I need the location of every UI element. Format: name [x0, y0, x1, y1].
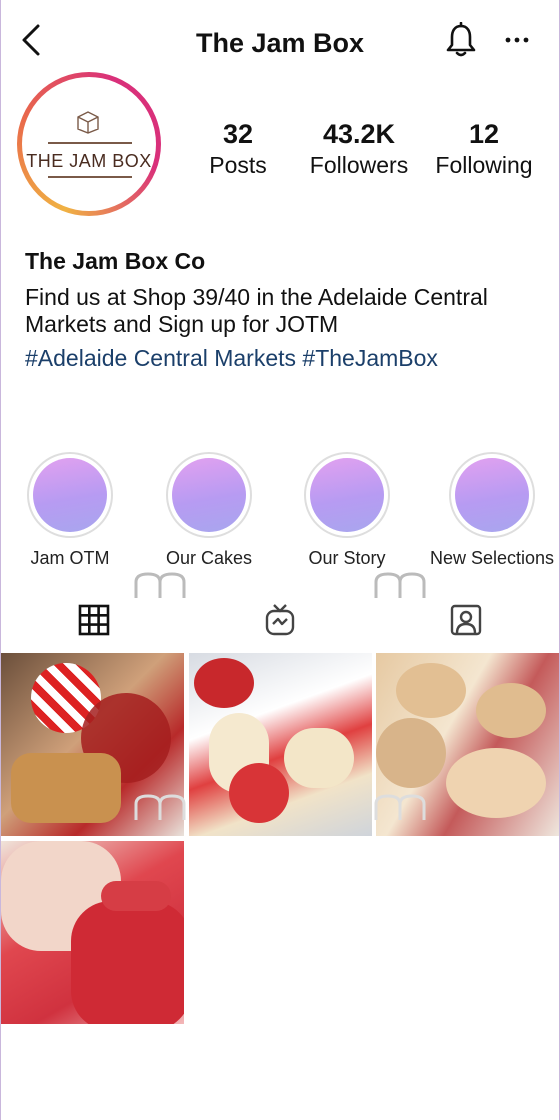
- stat-posts-value: 32: [222, 119, 254, 149]
- stat-followers[interactable]: 43.2K Followers: [300, 118, 418, 180]
- crostini-shape: [284, 728, 354, 788]
- highlight-cover: [172, 458, 246, 532]
- stat-posts-label: Posts: [209, 152, 267, 178]
- grid-icon[interactable]: [76, 602, 112, 638]
- profile-bio: Find us at Shop 39/40 in the Adelaide Ce…: [25, 284, 488, 337]
- highlight-ring: [27, 452, 113, 538]
- watermark-icon: [134, 572, 186, 598]
- post-tile-jam-jar[interactable]: [1, 841, 184, 1024]
- logo-line-top: [48, 142, 132, 144]
- avatar[interactable]: THE JAM BOX: [17, 72, 161, 216]
- profile-hashtags[interactable]: #Adelaide Central Markets #TheJamBox: [25, 345, 438, 372]
- more-options-icon[interactable]: [502, 28, 532, 52]
- photo-jam-crostini: [194, 658, 254, 708]
- igtv-icon[interactable]: [262, 602, 298, 638]
- tart-shape: [446, 748, 546, 818]
- stat-following[interactable]: 12 Following: [428, 118, 540, 180]
- watermark-icon: [134, 794, 186, 820]
- stat-followers-label: Followers: [309, 152, 409, 178]
- jar-shape: [71, 901, 184, 1024]
- highlight-ring: [166, 452, 252, 538]
- stat-following-label: Following: [435, 152, 533, 178]
- bell-icon[interactable]: [444, 22, 478, 58]
- highlight-label: New Selections: [429, 548, 555, 568]
- watermark-icon: [374, 794, 426, 820]
- highlight-ring: [449, 452, 535, 538]
- highlight-our-story[interactable]: Our Story: [287, 452, 407, 569]
- tagged-icon[interactable]: [448, 602, 484, 638]
- highlight-cover: [310, 458, 384, 532]
- highlight-ring: [304, 452, 390, 538]
- box-icon: [77, 111, 99, 134]
- logo-line-bottom: [48, 176, 132, 178]
- stat-posts[interactable]: 32 Posts: [195, 118, 281, 180]
- stat-following-value: 12: [468, 119, 500, 149]
- photo-jam-tarts: [396, 663, 466, 718]
- highlight-label: Our Cakes: [165, 548, 253, 568]
- highlight-cover: [455, 458, 529, 532]
- highlight-label: Our Story: [308, 548, 386, 568]
- highlight-new-selections[interactable]: New Selections: [426, 452, 558, 569]
- stat-followers-value: 43.2K: [322, 119, 396, 149]
- watermark-icon: [374, 572, 426, 598]
- highlight-label: Jam OTM: [30, 548, 110, 568]
- highlight-our-cakes[interactable]: Our Cakes: [149, 452, 269, 569]
- jam-dollop-shape: [229, 763, 289, 823]
- highlight-jam-otm[interactable]: Jam OTM: [10, 452, 130, 569]
- tart-shape: [476, 683, 546, 738]
- highlight-cover: [33, 458, 107, 532]
- post-tile-jam-crostini[interactable]: [189, 653, 372, 836]
- spoon-shape: [101, 881, 171, 911]
- avatar-logo: THE JAM BOX: [22, 77, 156, 211]
- logo-text: THE JAM BOX: [26, 151, 152, 171]
- toast-shape: [11, 753, 121, 823]
- tart-shape: [376, 718, 446, 788]
- profile-display-name: The Jam Box Co: [25, 248, 206, 274]
